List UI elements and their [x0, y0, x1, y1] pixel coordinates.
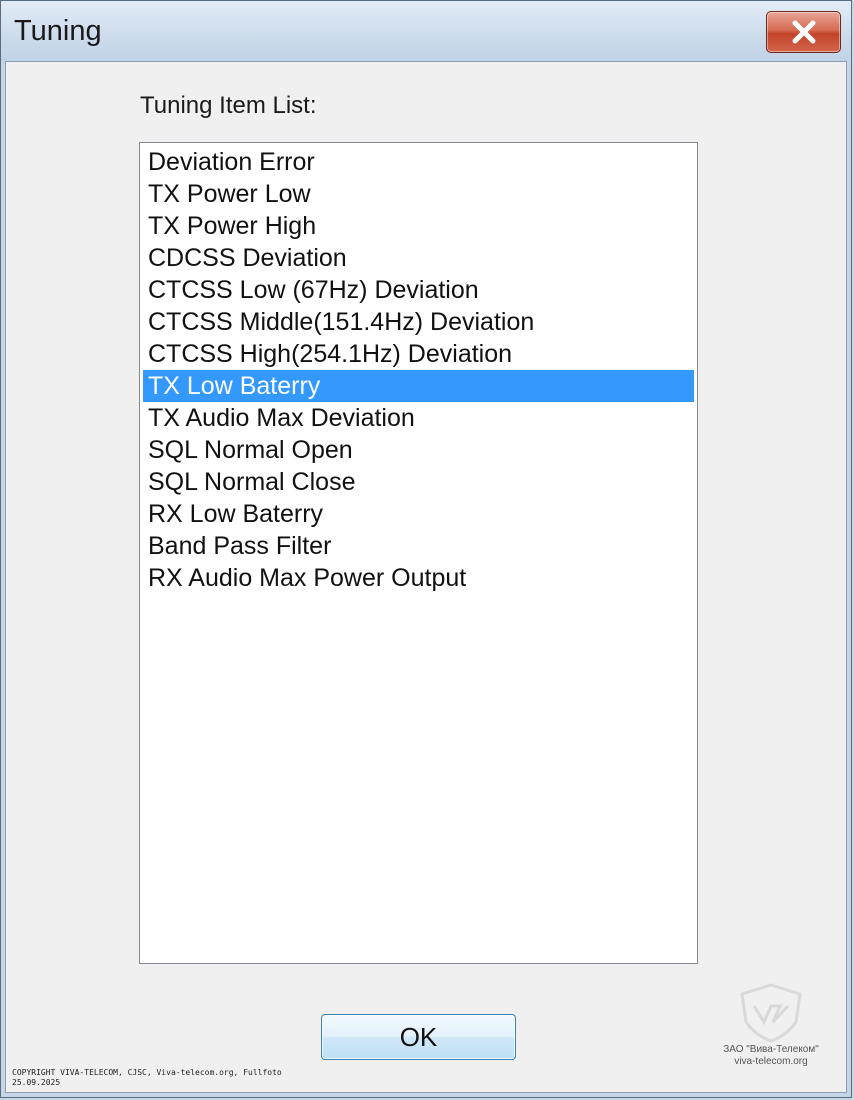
list-item-tx-power-low[interactable]: TX Power Low — [143, 178, 694, 210]
list-item-ctcss-high-deviation[interactable]: CTCSS High(254.1Hz) Deviation — [143, 338, 694, 370]
close-button[interactable] — [766, 11, 841, 53]
list-item-rx-audio-max-power-output[interactable]: RX Audio Max Power Output — [143, 562, 694, 594]
shield-logo-icon — [740, 983, 802, 1043]
copyright-notice: COPYRIGHT VIVA-TELECOM, CJSC, Viva-telec… — [12, 1068, 282, 1088]
copyright-line-1: COPYRIGHT VIVA-TELECOM, CJSC, Viva-telec… — [12, 1068, 282, 1077]
list-item-tx-low-baterry[interactable]: TX Low Baterry — [143, 370, 694, 402]
copyright-line-2: 25.09.2025 — [12, 1078, 61, 1087]
close-icon — [792, 20, 816, 44]
list-item-rx-low-baterry[interactable]: RX Low Baterry — [143, 498, 694, 530]
list-item-sql-normal-open[interactable]: SQL Normal Open — [143, 434, 694, 466]
list-item-sql-normal-close[interactable]: SQL Normal Close — [143, 466, 694, 498]
list-item-ctcss-middle-deviation[interactable]: CTCSS Middle(151.4Hz) Deviation — [143, 306, 694, 338]
dialog-body: Tuning Item List: Deviation Error TX Pow… — [5, 61, 847, 1093]
tuning-item-listbox[interactable]: Deviation Error TX Power Low TX Power Hi… — [139, 142, 698, 964]
tuning-dialog: Tuning Tuning Item List: Deviation Error… — [0, 0, 852, 1098]
list-item-cdcss-deviation[interactable]: CDCSS Deviation — [143, 242, 694, 274]
watermark-company: ЗАО "Вива-Телеком" — [723, 1044, 819, 1055]
watermark-site: viva-telecom.org — [734, 1056, 808, 1067]
title-bar[interactable]: Tuning — [1, 1, 851, 63]
watermark: ЗАО "Вива-Телеком" viva-telecom.org — [706, 982, 836, 1068]
list-item-band-pass-filter[interactable]: Band Pass Filter — [143, 530, 694, 562]
tuning-item-list-label: Tuning Item List: — [140, 92, 317, 119]
list-item-tx-power-high[interactable]: TX Power High — [143, 210, 694, 242]
ok-button[interactable]: OK — [321, 1014, 516, 1060]
list-item-deviation-error[interactable]: Deviation Error — [143, 146, 694, 178]
list-item-ctcss-low-deviation[interactable]: CTCSS Low (67Hz) Deviation — [143, 274, 694, 306]
window-title: Tuning — [14, 15, 102, 47]
list-item-tx-audio-max-deviation[interactable]: TX Audio Max Deviation — [143, 402, 694, 434]
